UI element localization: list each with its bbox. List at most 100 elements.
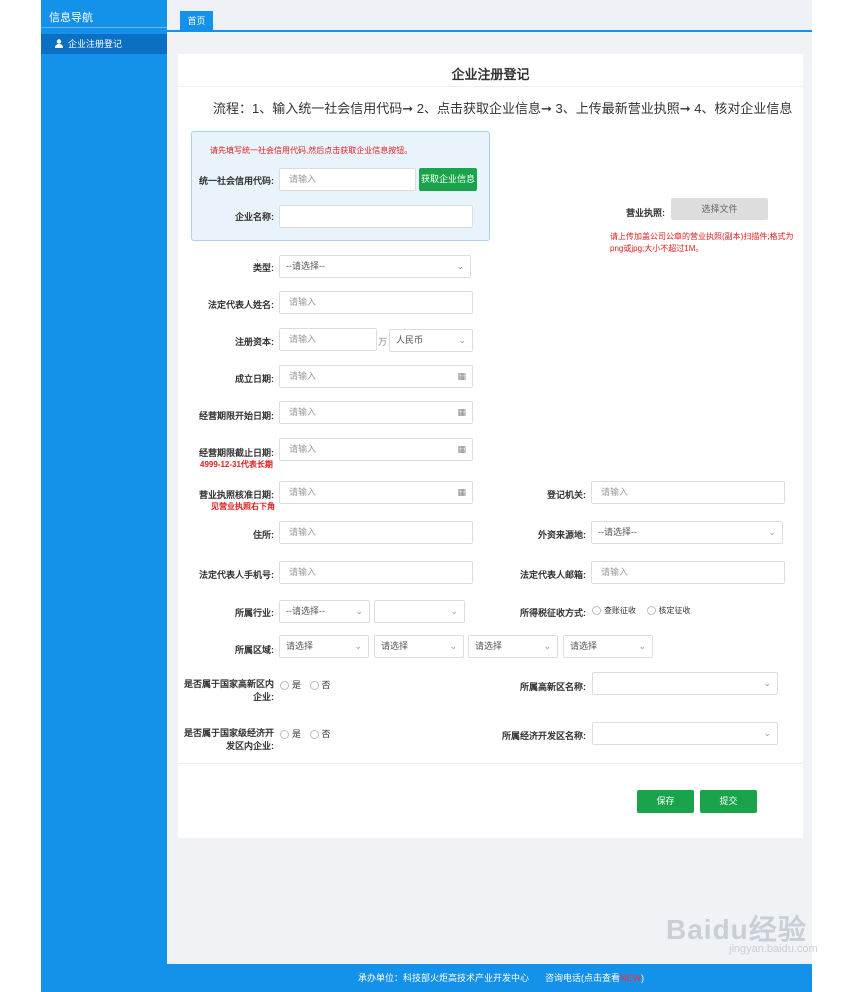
footer-close-paren: ) (641, 973, 644, 983)
tax-audit-radio[interactable] (592, 606, 601, 616)
company-name-input[interactable] (279, 205, 473, 228)
tab-home[interactable]: 首页 (180, 11, 213, 32)
op-start-label: 经营期限开始日期: (199, 411, 274, 421)
reg-org-label: 登记机关: (547, 490, 586, 500)
address-input[interactable]: 请输入 (279, 521, 473, 544)
baidu-watermark-url: jingyan.baidu.com (729, 943, 818, 955)
chevron-down-icon: ⌄ (543, 641, 551, 651)
chevron-down-icon: ⌄ (449, 641, 457, 651)
found-date-placeholder: 请输入 (289, 371, 317, 381)
tax-assessed-radio[interactable] (646, 606, 656, 616)
chevron-down-icon: ⌄ (768, 527, 776, 537)
found-date-label: 成立日期: (235, 374, 274, 384)
email-input[interactable]: 请输入 (591, 561, 785, 584)
industry-label: 所属行业: (235, 608, 274, 618)
op-end-label: 经营期限截止日期: (199, 448, 274, 458)
credit-hint: 请先填写统一社会信用代码,然后点击获取企业信息按钮。 (210, 146, 413, 155)
region-select-1[interactable]: 请选择 ⌄ (279, 635, 369, 658)
chevron-down-icon: ⌄ (354, 641, 362, 651)
user-icon (55, 35, 63, 55)
region-select-4[interactable]: 请选择 ⌄ (563, 635, 653, 658)
industry-select-2[interactable]: ⌄ (374, 600, 465, 623)
region-value-4: 请选择 (570, 641, 598, 651)
region-select-3[interactable]: 请选择 ⌄ (468, 635, 558, 658)
baidu-watermark: Baidu经验 (666, 914, 807, 945)
credit-code-label: 统一社会信用代码: (199, 176, 274, 186)
footer: 承办单位：科技部火炬高技术产业开发中心 咨询电话(点击查看NEW) (41, 964, 812, 992)
region-select-2[interactable]: 请选择 ⌄ (374, 635, 464, 658)
hightech-name-select[interactable]: ⌄ (592, 672, 778, 695)
industry-value-1: --请选择-- (286, 606, 325, 616)
approve-date-note: 见营业执照右下角 (211, 502, 275, 511)
region-label: 所属区域: (235, 645, 274, 655)
choose-file-button[interactable]: 选择文件 (671, 198, 768, 220)
hightech-no-radio[interactable] (309, 681, 319, 691)
phone-input[interactable]: 请输入 (279, 561, 473, 584)
reg-org-input[interactable]: 请输入 (591, 481, 785, 504)
footer-org: 承办单位：科技部火炬高技术产业开发中心 (358, 973, 530, 983)
hightech-yes-radio[interactable] (280, 681, 289, 691)
foreign-source-value: --请选择-- (598, 527, 637, 537)
capital-input[interactable]: 请输入 (279, 328, 377, 351)
chevron-down-icon: ⌄ (763, 678, 771, 688)
capital-label: 注册资本: (235, 337, 274, 347)
email-label: 法定代表人邮箱: (520, 570, 586, 580)
calendar-icon: ▦ (457, 407, 466, 417)
hightech-yes-label: 是 (292, 680, 302, 690)
company-name-label: 企业名称: (235, 212, 274, 222)
econ-zone-label-line2: 发区内企业: (226, 741, 274, 751)
type-label: 类型: (253, 263, 274, 273)
industry-select-1[interactable]: --请选择-- ⌄ (279, 600, 370, 623)
title-divider (178, 86, 803, 87)
econ-zone-label-line1: 是否属于国家级经济开 (183, 728, 274, 738)
type-select[interactable]: --请选择-- ⌄ (279, 255, 471, 278)
econ-no-label: 否 (321, 729, 331, 739)
currency-select[interactable]: 人民币 ⌄ (389, 329, 473, 352)
econ-no-radio[interactable] (309, 730, 319, 740)
chevron-down-icon: ⌄ (355, 606, 363, 616)
econ-name-label: 所属经济开发区名称: (502, 731, 586, 741)
tax-assessed-label: 核定征收 (658, 606, 691, 615)
submit-button[interactable]: 提交 (700, 790, 757, 813)
region-value-3: 请选择 (475, 641, 503, 651)
foreign-source-select[interactable]: --请选择-- ⌄ (591, 521, 783, 544)
hightech-zone-label-line1: 是否属于国家高新区内 (183, 679, 274, 689)
hightech-radio-group: 是 否 (280, 678, 331, 691)
license-note: 请上传加盖公司公章的营业执照(副本)扫描件;格式为png或jpg;大小不超过1M… (610, 232, 794, 253)
sidebar-item-label: 企业注册登记 (68, 39, 123, 49)
tax-audit-label: 查账征收 (604, 606, 636, 615)
op-end-placeholder: 请输入 (289, 444, 317, 454)
chevron-down-icon: ⌄ (638, 641, 646, 651)
region-value-2: 请选择 (381, 641, 409, 651)
hightech-zone-label: 是否属于国家高新区内企业: (180, 678, 274, 704)
op-start-input[interactable]: 请输入 ▦ (279, 401, 473, 424)
actions-divider (178, 763, 803, 764)
hightech-name-label: 所属高新区名称: (520, 682, 586, 692)
type-select-value: --请选择-- (286, 261, 325, 271)
currency-select-value: 人民币 (396, 335, 424, 345)
chevron-down-icon: ⌄ (458, 335, 466, 345)
license-label: 营业执照: (626, 208, 665, 218)
process-steps: 流程：1、输入统一社会信用代码➞ 2、点击获取企业信息➞ 3、上传最新营业执照➞… (213, 101, 793, 116)
credit-code-input[interactable]: 请输入 (279, 168, 416, 191)
sidebar-item-company-registration[interactable]: 企业注册登记 (41, 34, 167, 54)
legal-name-label: 法定代表人姓名: (208, 300, 274, 310)
hightech-zone-label-line2: 企业: (253, 692, 274, 702)
econ-zone-label: 是否属于国家级经济开发区内企业: (180, 727, 274, 753)
legal-name-input[interactable]: 请输入 (279, 291, 473, 314)
approve-date-input[interactable]: 请输入 ▦ (279, 481, 473, 504)
sidebar-divider (41, 27, 167, 28)
foreign-source-label: 外资来源地: (538, 530, 586, 540)
footer-contact[interactable]: 咨询电话(点击查看NEW) (545, 964, 644, 992)
op-end-input[interactable]: 请输入 ▦ (279, 438, 473, 461)
tax-method-label: 所得税征收方式: (520, 608, 586, 618)
econ-name-select[interactable]: ⌄ (592, 722, 778, 745)
save-button[interactable]: 保存 (637, 790, 694, 813)
op-end-note: 4999-12-31代表长期 (200, 460, 273, 469)
econ-yes-radio[interactable] (280, 730, 289, 740)
sidebar: 信息导航 企业注册登记 (41, 0, 167, 992)
fetch-company-info-button[interactable]: 获取企业信息 (419, 168, 477, 191)
chevron-down-icon: ⌄ (763, 728, 771, 738)
footer-new-badge: NEW (620, 973, 641, 983)
found-date-input[interactable]: 请输入 ▦ (279, 365, 473, 388)
